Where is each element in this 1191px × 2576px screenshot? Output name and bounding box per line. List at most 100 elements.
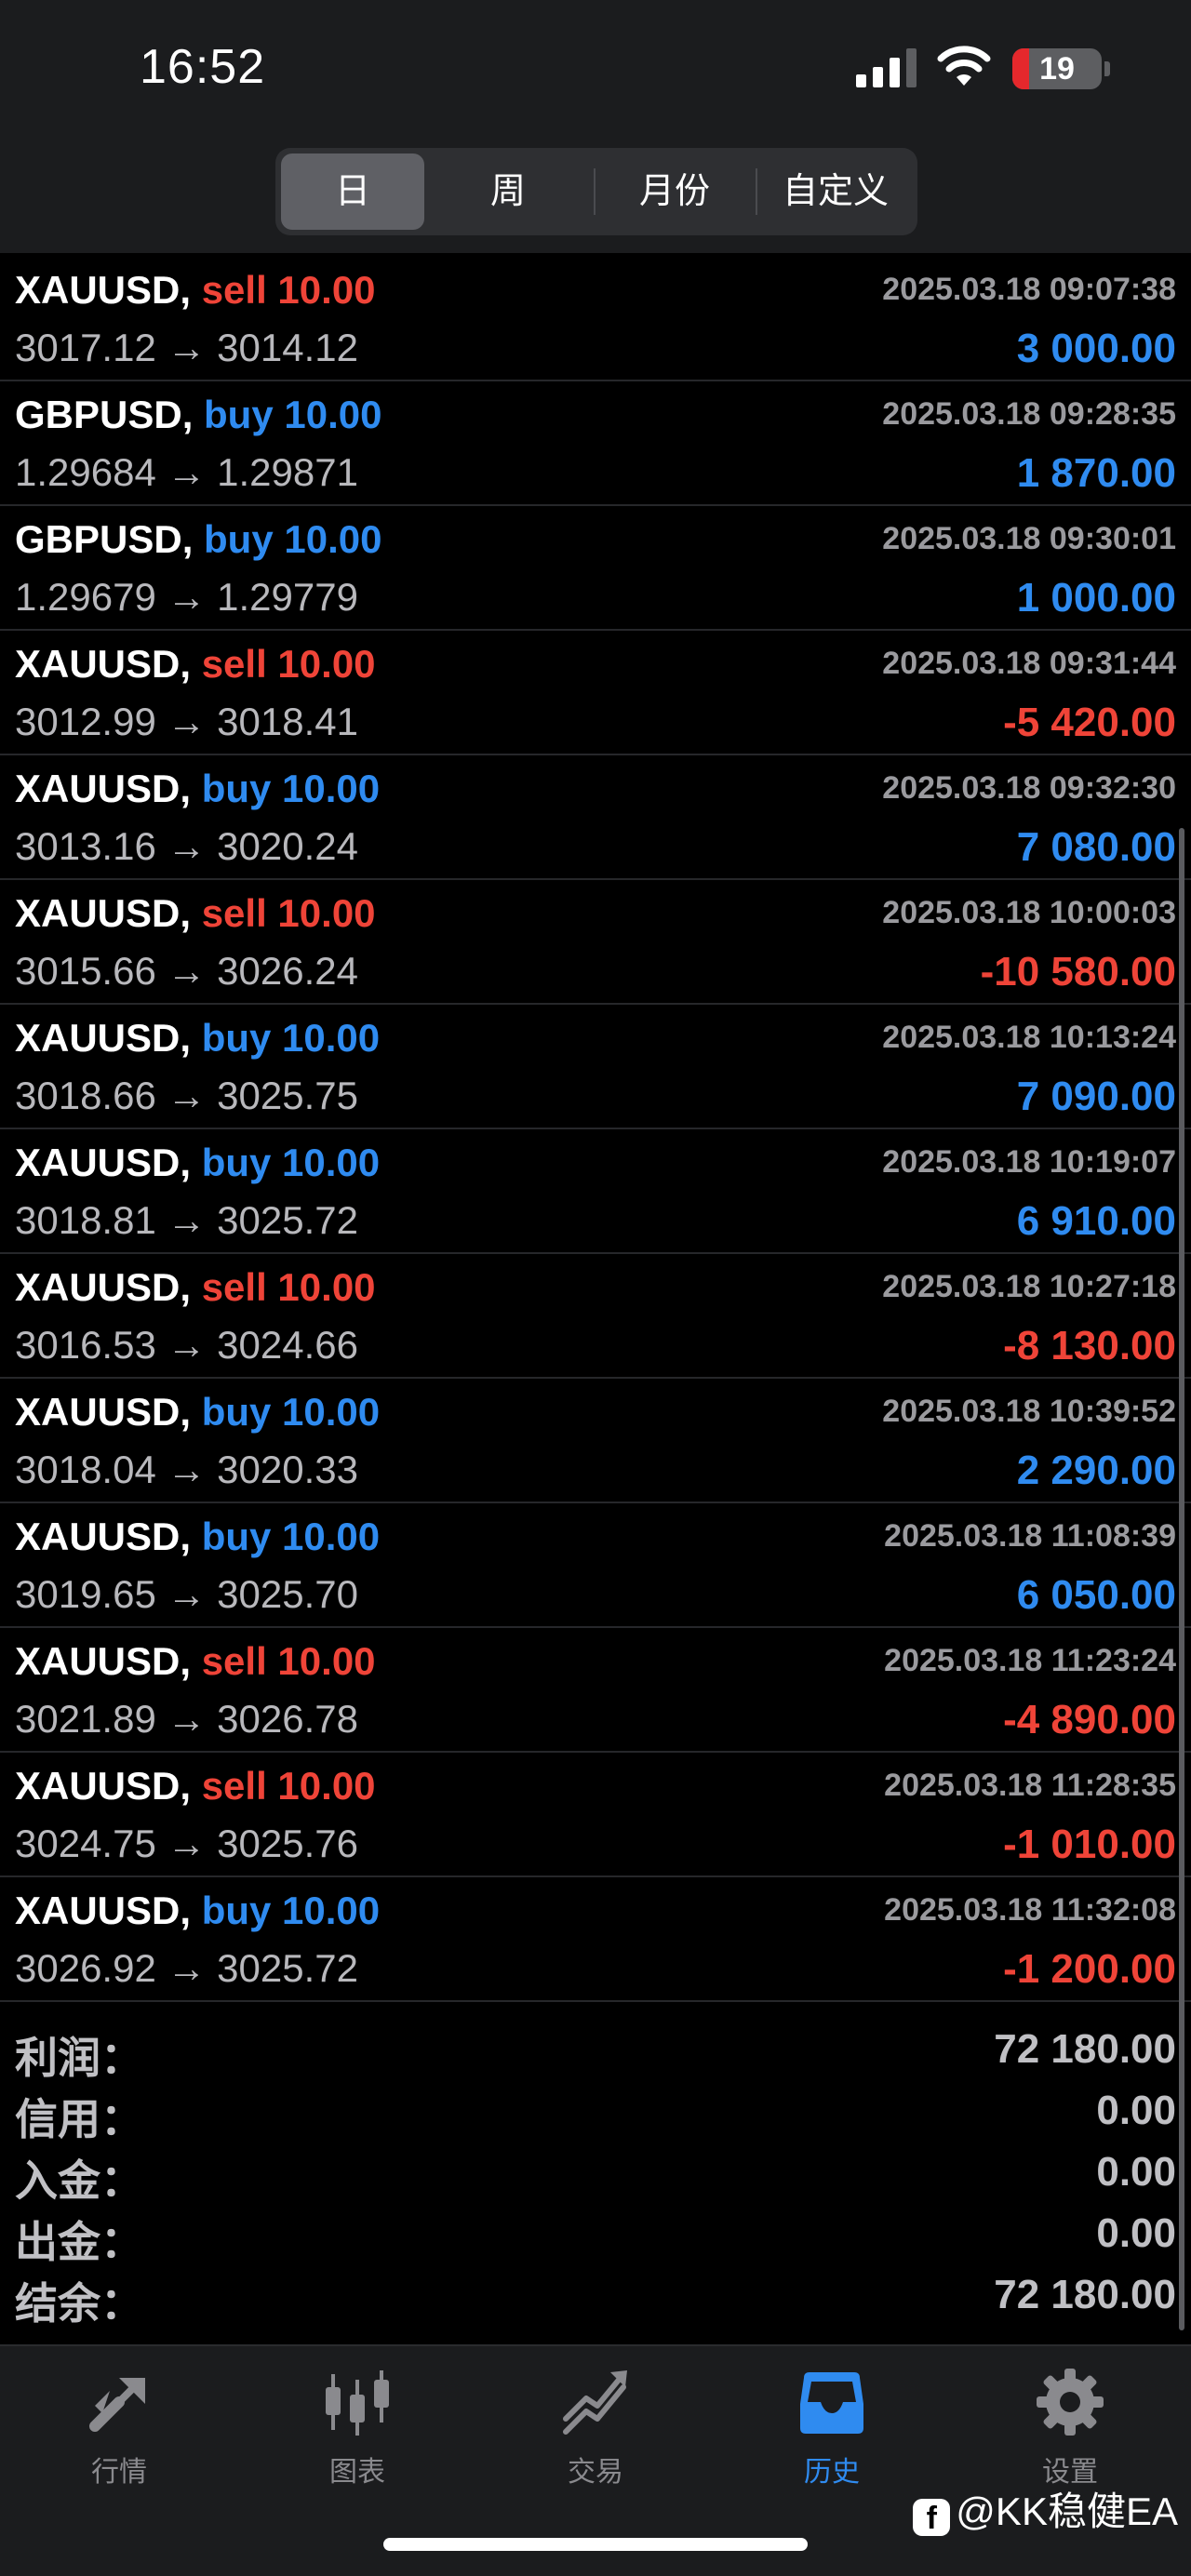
deal-title: XAUUSD, sell 10.00 — [15, 891, 376, 936]
summary-row: 利润： 72 180.00 — [0, 2019, 1191, 2082]
deal-symbol: GBPUSD, — [15, 393, 194, 436]
deal-profit: 6 910.00 — [1016, 1198, 1176, 1244]
deal-profit: 3 000.00 — [1016, 326, 1176, 371]
deal-title: GBPUSD, buy 10.00 — [15, 517, 381, 562]
tab-week[interactable]: 周 — [430, 148, 586, 235]
settings-icon — [1037, 2369, 1104, 2436]
deal-prices: 3016.53 → 3024.66 — [15, 1323, 358, 1367]
deal-symbol: XAUUSD, — [15, 891, 192, 935]
deal-action: buy 10.00 — [201, 1515, 381, 1558]
deal-action: buy 10.00 — [201, 1889, 381, 1932]
deal-row[interactable]: XAUUSD, sell 10.00 2025.03.18 09:07:38 301… — [0, 257, 1191, 381]
quotes-icon — [89, 2378, 145, 2432]
chart-icon — [326, 2370, 389, 2436]
deal-prices: 3017.12 → 3014.12 — [15, 326, 358, 369]
deal-symbol: XAUUSD, — [15, 642, 192, 686]
deal-symbol: XAUUSD, — [15, 1639, 192, 1683]
deal-time: 2025.03.18 11:28:35 — [884, 1768, 1176, 1803]
deal-time: 2025.03.18 10:27:18 — [882, 1269, 1176, 1304]
deal-title: XAUUSD, sell 10.00 — [15, 1639, 376, 1684]
status-time: 16:52 — [140, 40, 266, 94]
tabbar-item-trade[interactable]: 交易 — [512, 2365, 679, 2504]
deal-profit: 1 000.00 — [1016, 575, 1176, 621]
deal-row[interactable]: XAUUSD, sell 10.00 2025.03.18 11:23:24 302… — [0, 1628, 1191, 1753]
tab-custom[interactable]: 自定义 — [757, 148, 914, 235]
summary-value: 0.00 — [1096, 2088, 1176, 2133]
summary-row: 入金： 0.00 — [0, 2142, 1191, 2205]
deal-action: sell 10.00 — [201, 1639, 376, 1683]
deal-prices: 3012.99 → 3018.41 — [15, 700, 358, 743]
deal-symbol: XAUUSD, — [15, 268, 192, 312]
deal-prices: 1.29684 → 1.29871 — [15, 450, 358, 494]
deal-row[interactable]: GBPUSD, buy 10.00 2025.03.18 09:30:01 1.29… — [0, 506, 1191, 631]
deal-title: XAUUSD, buy 10.00 — [15, 1390, 380, 1435]
deal-time: 2025.03.18 11:23:24 — [884, 1643, 1176, 1678]
deal-title: GBPUSD, buy 10.00 — [15, 393, 381, 437]
deal-time: 2025.03.18 09:31:44 — [882, 646, 1176, 681]
scrollbar[interactable] — [1179, 828, 1184, 2330]
deal-symbol: XAUUSD, — [15, 1141, 192, 1184]
deal-title: XAUUSD, sell 10.00 — [15, 1265, 376, 1310]
deal-prices: 3018.66 → 3025.75 — [15, 1074, 358, 1117]
tabbar-label: 交易 — [568, 2457, 623, 2488]
deal-time: 2025.03.18 10:19:07 — [882, 1144, 1176, 1180]
deal-history-list: XAUUSD, sell 10.00 2025.03.18 09:07:38 301… — [0, 257, 1191, 2002]
wifi-icon — [937, 46, 991, 86]
deal-time: 2025.03.18 10:39:52 — [882, 1394, 1176, 1429]
deal-profit: 2 290.00 — [1016, 1448, 1176, 1493]
deal-time: 2025.03.18 11:32:08 — [884, 1892, 1176, 1928]
tabbar-item-quotes[interactable]: 行情 — [35, 2365, 203, 2504]
deal-profit: -1 010.00 — [1003, 1822, 1176, 1867]
tab-month[interactable]: 月份 — [596, 148, 754, 235]
deal-action: buy 10.00 — [201, 767, 381, 810]
deal-symbol: XAUUSD, — [15, 1265, 192, 1309]
trade-icon — [563, 2370, 627, 2435]
deal-title: XAUUSD, sell 10.00 — [15, 1764, 376, 1809]
deal-action: buy 10.00 — [201, 1016, 381, 1060]
summary-value: 72 180.00 — [994, 2026, 1176, 2072]
deal-row[interactable]: XAUUSD, sell 10.00 2025.03.18 10:00:03 301… — [0, 880, 1191, 1005]
deal-profit: -5 420.00 — [1003, 700, 1176, 745]
deal-time: 2025.03.18 09:30:01 — [882, 521, 1176, 556]
summary-label: 入金： — [15, 2156, 143, 2205]
deal-profit: -8 130.00 — [1003, 1323, 1176, 1368]
tabbar-item-history[interactable]: 历史 — [748, 2365, 916, 2504]
battery-percent: 19 — [1039, 51, 1075, 87]
deal-action: buy 10.00 — [204, 517, 382, 561]
deal-row[interactable]: XAUUSD, buy 10.00 2025.03.18 11:32:08 3026… — [0, 1877, 1191, 2002]
deal-time: 2025.03.18 09:28:35 — [882, 396, 1176, 432]
deal-action: sell 10.00 — [201, 268, 376, 312]
battery-indicator: 19 — [1012, 48, 1102, 89]
tabbar-item-chart[interactable]: 图表 — [274, 2365, 441, 2504]
deal-profit: -4 890.00 — [1003, 1697, 1176, 1742]
deal-row[interactable]: XAUUSD, buy 10.00 2025.03.18 09:32:30 3013… — [0, 755, 1191, 880]
deal-row[interactable]: XAUUSD, buy 10.00 2025.03.18 10:39:52 3018… — [0, 1379, 1191, 1503]
history-icon — [800, 2372, 863, 2434]
deal-time: 2025.03.18 09:07:38 — [882, 272, 1176, 307]
deal-row[interactable]: XAUUSD, sell 10.00 2025.03.18 09:31:44 301… — [0, 631, 1191, 755]
deal-row[interactable]: XAUUSD, sell 10.00 2025.03.18 11:28:35 302… — [0, 1753, 1191, 1877]
deal-action: sell 10.00 — [201, 891, 376, 935]
account-summary: 利润： 72 180.00 信用： 0.00 入金： 0.00 出金： 0.00 结余： 72 1… — [0, 2019, 1191, 2328]
deal-row[interactable]: XAUUSD, buy 10.00 2025.03.18 10:19:07 3018… — [0, 1129, 1191, 1254]
summary-row: 信用： 0.00 — [0, 2080, 1191, 2143]
facebook-logo-icon: f — [913, 2499, 951, 2536]
deal-row[interactable]: XAUUSD, buy 10.00 2025.03.18 10:13:24 3018… — [0, 1005, 1191, 1129]
deal-row[interactable]: XAUUSD, buy 10.00 2025.03.18 11:08:39 3019… — [0, 1503, 1191, 1628]
deal-action: buy 10.00 — [201, 1141, 381, 1184]
tabbar-label: 图表 — [329, 2457, 385, 2488]
deal-time: 2025.03.18 09:32:30 — [882, 770, 1176, 806]
deal-action: buy 10.00 — [201, 1390, 381, 1434]
tab-day[interactable]: 日 — [281, 153, 424, 230]
deal-row[interactable]: GBPUSD, buy 10.00 2025.03.18 09:28:35 1.29… — [0, 381, 1191, 506]
deal-row[interactable]: XAUUSD, sell 10.00 2025.03.18 10:27:18 301… — [0, 1254, 1191, 1379]
deal-action: buy 10.00 — [204, 393, 382, 436]
tabbar-label: 历史 — [804, 2457, 860, 2488]
deal-prices: 3013.16 → 3020.24 — [15, 824, 358, 868]
home-indicator[interactable] — [383, 2538, 808, 2551]
deal-symbol: XAUUSD, — [15, 1016, 192, 1060]
deal-profit: -10 580.00 — [980, 949, 1176, 994]
watermark-text: @KK稳健EA — [956, 2489, 1178, 2533]
deal-prices: 3018.81 → 3025.72 — [15, 1198, 358, 1242]
deal-prices: 3021.89 → 3026.78 — [15, 1697, 358, 1741]
